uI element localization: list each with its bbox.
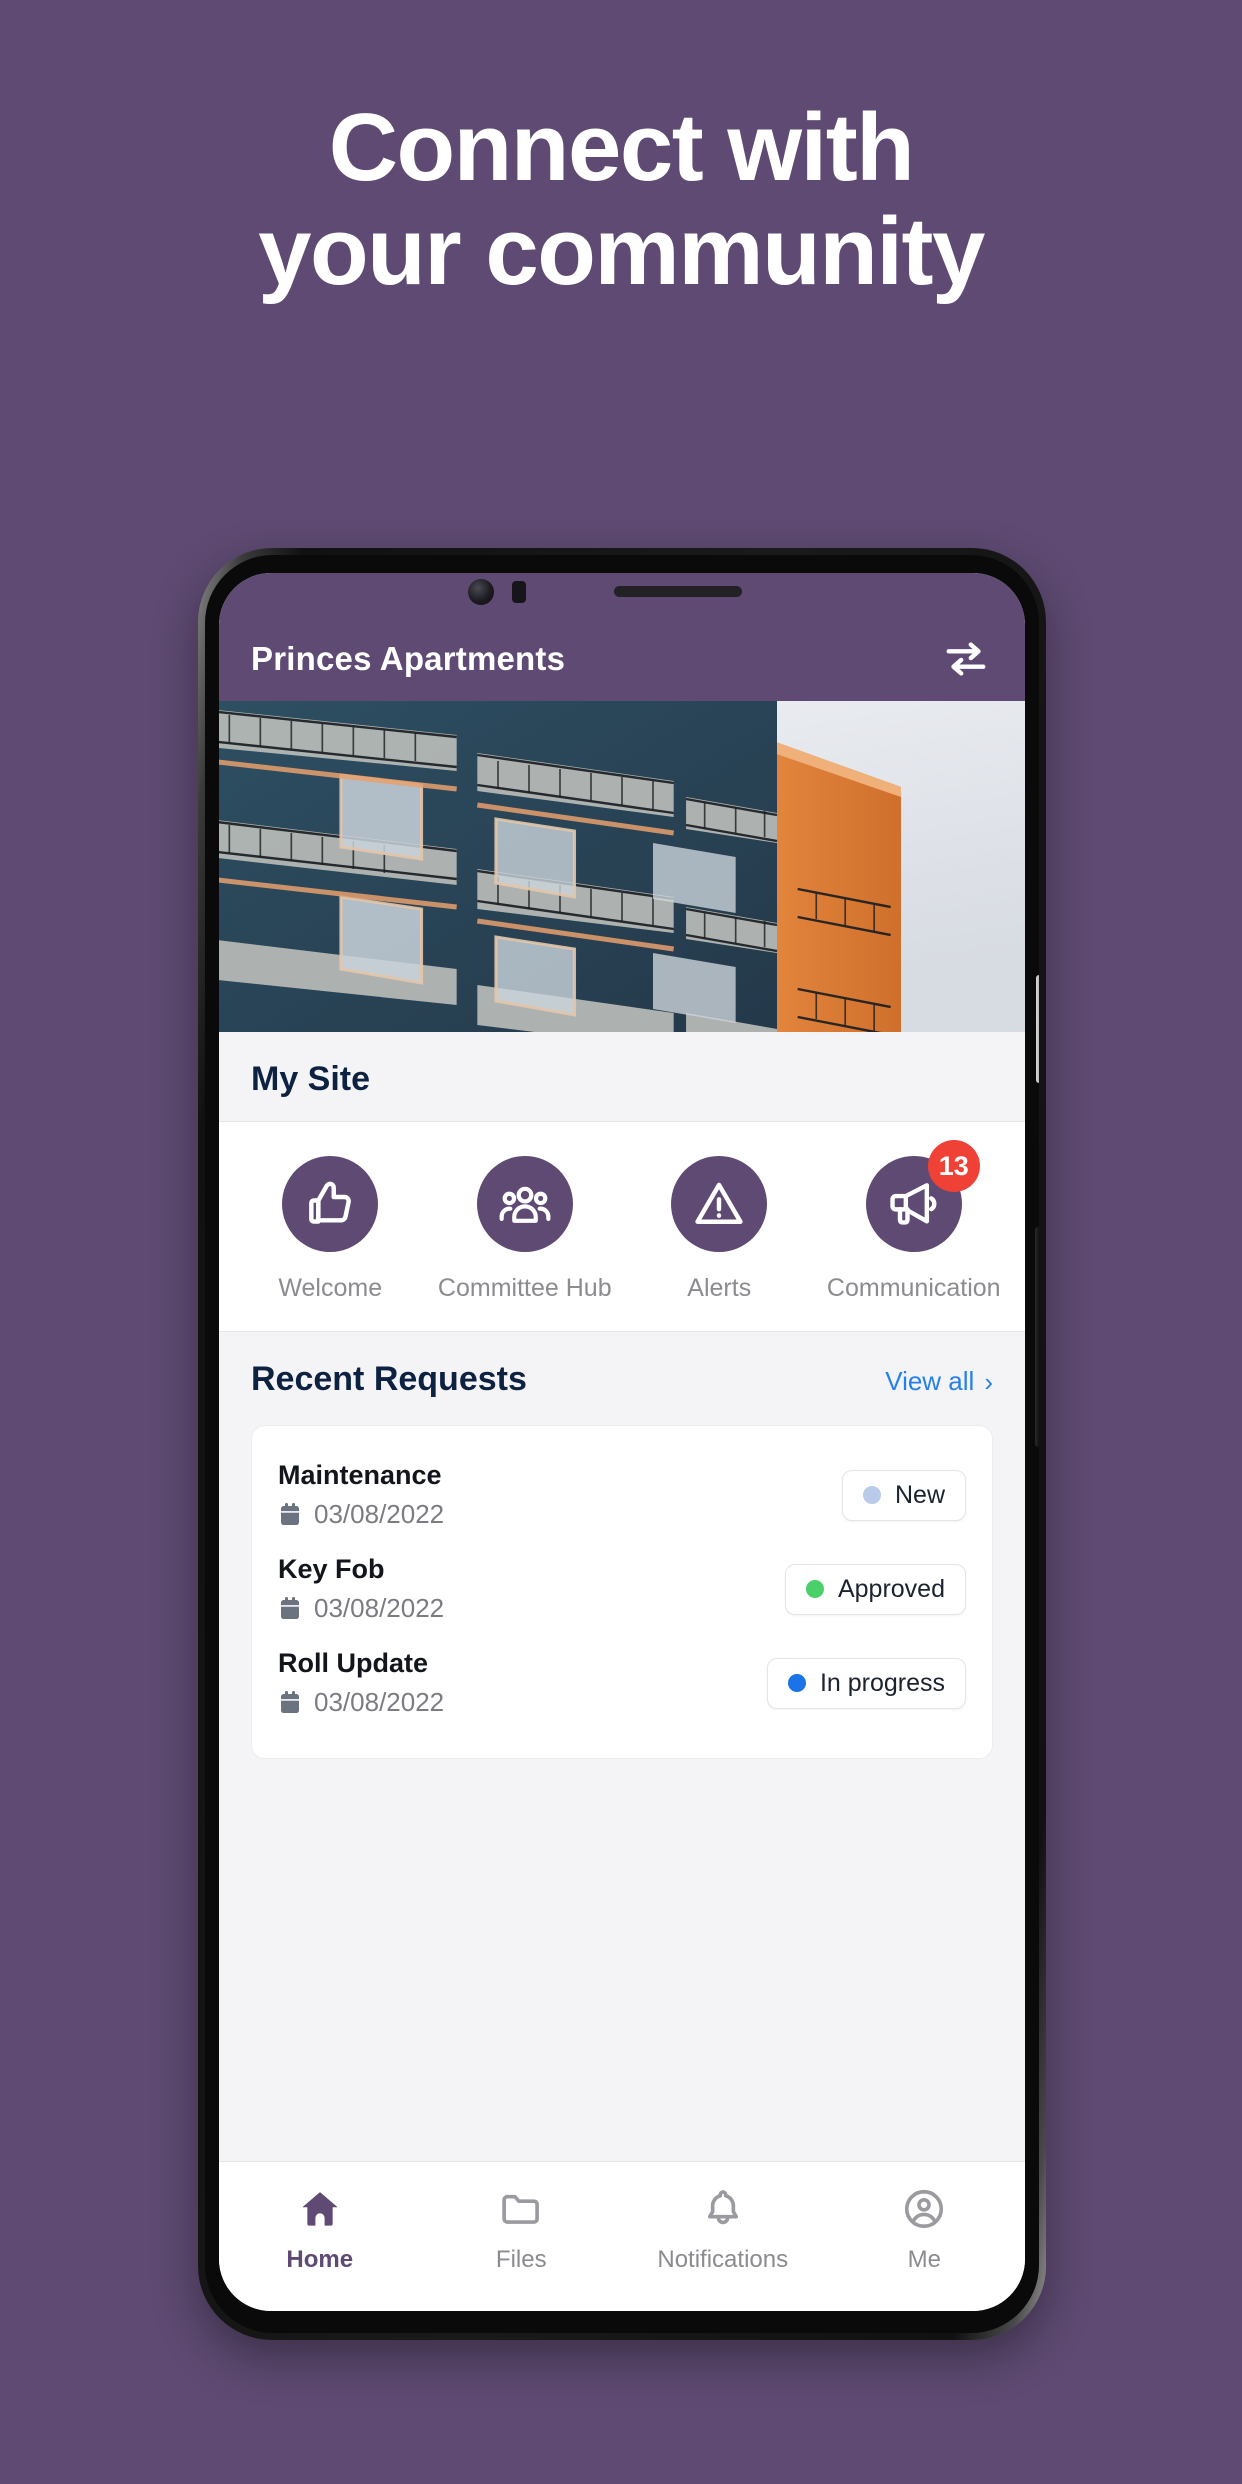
- chevron-right-icon: ›: [984, 1366, 993, 1397]
- recent-requests-header: Recent Requests View all ›: [251, 1360, 993, 1399]
- shortcut-communication[interactable]: 13 Communication: [826, 1140, 1001, 1303]
- swap-arrows-icon[interactable]: [943, 636, 989, 682]
- view-all-link[interactable]: View all ›: [885, 1366, 993, 1397]
- status-badge: In progress: [766, 1657, 966, 1709]
- nav-label: Notifications: [657, 2245, 789, 2273]
- request-info: Key Fob 03/08/2022: [278, 1554, 444, 1624]
- request-date: 03/08/2022: [314, 1687, 445, 1717]
- nav-item-files[interactable]: Files: [421, 2162, 623, 2297]
- front-camera-icon: [468, 579, 494, 605]
- request-title: Maintenance: [278, 1460, 442, 1490]
- calendar-icon: [281, 1690, 299, 1713]
- recent-requests-title: Recent Requests: [251, 1360, 527, 1398]
- bell-icon: [707, 2189, 738, 2224]
- power-button[interactable]: [1035, 1227, 1039, 1447]
- proximity-sensor-icon: [512, 581, 526, 603]
- status-dot-icon: [862, 1486, 881, 1504]
- user-circle-icon: [905, 2189, 944, 2228]
- recent-requests-section: Recent Requests View all › Maintenance 0…: [219, 1332, 1025, 2161]
- nav-item-notifications[interactable]: Notifications: [622, 2162, 824, 2297]
- status-dot-icon: [805, 1580, 824, 1598]
- table-row[interactable]: Maintenance 03/08/2022 New: [278, 1450, 966, 1544]
- request-date: 03/08/2022: [314, 1499, 445, 1529]
- status-dot-icon: [787, 1674, 806, 1692]
- calendar-icon: [281, 1502, 299, 1525]
- table-row[interactable]: Key Fob 03/08/2022 Approved: [278, 1544, 966, 1638]
- nav-item-home[interactable]: Home: [219, 2162, 421, 2297]
- request-title: Key Fob: [278, 1554, 385, 1584]
- earpiece-speaker-icon: [614, 586, 742, 597]
- thumbs-up-icon: [282, 1156, 379, 1252]
- nav-item-me[interactable]: Me: [824, 2162, 1026, 2297]
- volume-button[interactable]: [1036, 975, 1039, 1083]
- my-site-shortcuts: Welcome Committee Hub Alerts 13 Communic…: [219, 1122, 1025, 1332]
- calendar-icon: [281, 1596, 299, 1619]
- status-badge: New: [841, 1469, 966, 1521]
- hero-image: [219, 701, 1025, 1032]
- status-badge: Approved: [784, 1563, 966, 1615]
- view-all-label: View all: [885, 1366, 975, 1396]
- status-label: New: [894, 1480, 945, 1509]
- unread-badge: 13: [927, 1140, 980, 1192]
- shortcut-label: Communication: [826, 1274, 1001, 1302]
- shortcut-label: Welcome: [278, 1274, 383, 1302]
- my-site-title: My Site: [251, 1060, 371, 1098]
- my-site-section-header: My Site: [219, 1032, 1025, 1122]
- request-info: Roll Update 03/08/2022: [278, 1648, 444, 1718]
- shortcut-committee-hub[interactable]: Committee Hub: [437, 1156, 612, 1303]
- phone-mockup: Princes Apartments My Site Welcome Commi…: [198, 548, 1046, 2340]
- request-date-line: 03/08/2022: [278, 1687, 444, 1718]
- status-label: In progress: [819, 1668, 945, 1697]
- site-name: Princes Apartments: [251, 640, 566, 677]
- recent-requests-card: Maintenance 03/08/2022 New Key Fob 03/08…: [251, 1425, 993, 1759]
- headline-line-1: Connect with: [328, 94, 915, 201]
- request-date-line: 03/08/2022: [278, 1593, 444, 1624]
- headline-line-2: your community: [258, 197, 985, 305]
- warning-triangle-icon: [671, 1156, 768, 1252]
- promo-headline: Connect with your community: [0, 96, 1242, 303]
- request-info: Maintenance 03/08/2022: [278, 1460, 444, 1530]
- shortcut-alerts[interactable]: Alerts: [635, 1156, 803, 1303]
- table-row[interactable]: Roll Update 03/08/2022 In progress: [278, 1638, 966, 1732]
- request-date: 03/08/2022: [314, 1593, 445, 1623]
- shortcut-label: Alerts: [687, 1274, 752, 1302]
- nav-label: Files: [495, 2245, 547, 2273]
- people-group-icon: [476, 1156, 573, 1252]
- phone-bezel: Princes Apartments My Site Welcome Commi…: [205, 555, 1039, 2333]
- folder-icon: [502, 2194, 540, 2224]
- megaphone-icon: 13: [865, 1140, 980, 1252]
- phone-screen: Princes Apartments My Site Welcome Commi…: [219, 573, 1025, 2311]
- bottom-navigation: Home Files Notifications Me: [219, 2161, 1025, 2311]
- status-label: Approved: [837, 1574, 945, 1603]
- home-icon: [302, 2191, 338, 2226]
- shortcut-welcome[interactable]: Welcome: [246, 1156, 414, 1303]
- nav-label: Me: [907, 2245, 941, 2273]
- shortcut-label: Committee Hub: [437, 1274, 612, 1302]
- nav-label: Home: [286, 2245, 354, 2273]
- request-title: Roll Update: [278, 1648, 429, 1678]
- request-date-line: 03/08/2022: [278, 1499, 444, 1530]
